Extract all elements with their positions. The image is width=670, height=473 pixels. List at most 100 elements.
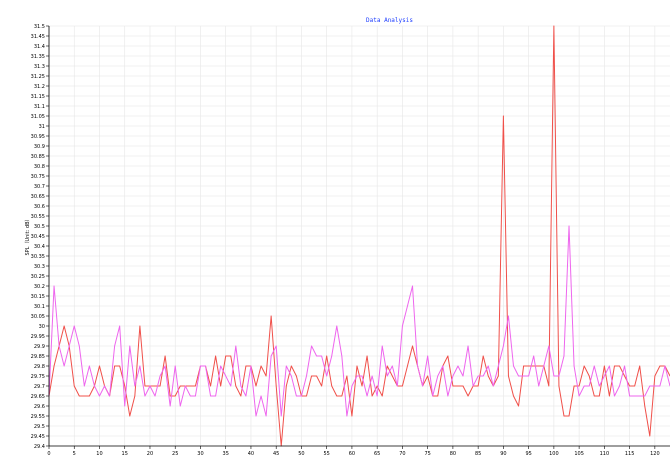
data-point [386,375,388,377]
data-point [482,355,484,357]
data-point [184,385,186,387]
y-tick-label: 29.7 [34,384,45,390]
data-point [189,395,191,397]
x-tick-label: 90 [500,451,506,457]
data-point [129,345,131,347]
x-tick-label: 110 [600,451,610,457]
data-point [513,365,514,367]
data-point [144,385,146,387]
x-tick-label: 75 [424,451,430,457]
data-point [215,355,217,357]
data-point [563,355,565,357]
data-point [427,375,429,377]
data-point [568,415,570,417]
data-point [447,395,449,397]
y-tick-label: 30.75 [31,174,45,180]
data-point [341,395,343,397]
data-point [159,385,161,387]
data-point [391,365,393,367]
data-point [371,395,373,397]
data-point [518,405,519,407]
y-tick-label: 30.3 [34,264,45,270]
data-point [467,395,469,397]
data-point [654,375,656,377]
data-point [331,355,333,357]
data-point [659,385,661,387]
y-tick-label: 31.3 [34,64,45,70]
data-point [578,395,580,397]
y-tick-label: 30.35 [31,254,45,260]
data-point [523,375,524,377]
data-point [614,395,615,397]
data-point [412,345,413,347]
y-tick-label: 30.2 [34,284,45,290]
x-tick-label: 70 [399,451,405,457]
y-tick-label: 31.1 [34,104,45,110]
data-point [351,385,353,387]
y-tick-label: 29.4 [34,444,45,450]
y-tick-label: 29.75 [31,374,45,380]
data-point [543,365,545,367]
y-tick-label: 31.4 [34,44,45,50]
data-point [588,375,590,377]
data-point [316,375,317,377]
data-point [598,395,600,397]
x-tick-label: 105 [574,451,584,457]
data-point [452,385,454,387]
data-point [260,395,262,397]
data-point [402,385,403,387]
data-point [573,365,575,367]
data-point [134,395,136,397]
data-point [593,365,595,367]
data-point [260,365,262,367]
data-point [179,385,181,387]
y-tick-label: 29.6 [34,404,45,410]
y-tick-label: 30.95 [31,134,45,140]
x-tick-label: 95 [525,451,531,457]
y-tick-label: 30.85 [31,154,45,160]
data-point [603,365,605,367]
data-point [195,385,196,387]
x-tick-label: 35 [223,451,229,457]
y-tick-label: 31.25 [31,74,45,80]
data-point [583,385,585,387]
x-tick-label: 100 [549,451,559,457]
data-point [538,365,540,367]
data-point [502,345,504,347]
data-point [169,405,171,407]
data-point [558,375,560,377]
data-point [462,375,464,377]
data-point [326,355,328,357]
y-tick-label: 29.95 [31,334,45,340]
data-point [497,365,499,367]
y-tick-label: 30.65 [31,194,45,200]
data-point [548,345,550,347]
data-point [523,365,524,367]
data-point [356,375,358,377]
y-tick-label: 30.7 [34,184,45,190]
data-point [341,355,343,357]
data-point [139,325,141,327]
data-point [634,385,636,387]
data-point [563,415,565,417]
data-point [462,385,464,387]
data-point [311,375,312,377]
chart-title: Data Analysis [366,17,413,24]
data-point [275,385,277,387]
data-point [159,375,161,377]
y-tick-label: 31.2 [34,84,45,90]
data-point [331,385,333,387]
data-point [200,365,201,367]
data-point [68,345,70,347]
data-point [78,395,80,397]
data-point [205,365,206,367]
data-point [83,385,85,387]
data-point [634,395,636,397]
data-point [371,375,373,377]
data-point [639,395,641,397]
data-point [437,395,439,397]
data-point [285,385,287,387]
data-point [114,345,116,347]
data-point [230,355,232,357]
data-point [195,395,196,397]
